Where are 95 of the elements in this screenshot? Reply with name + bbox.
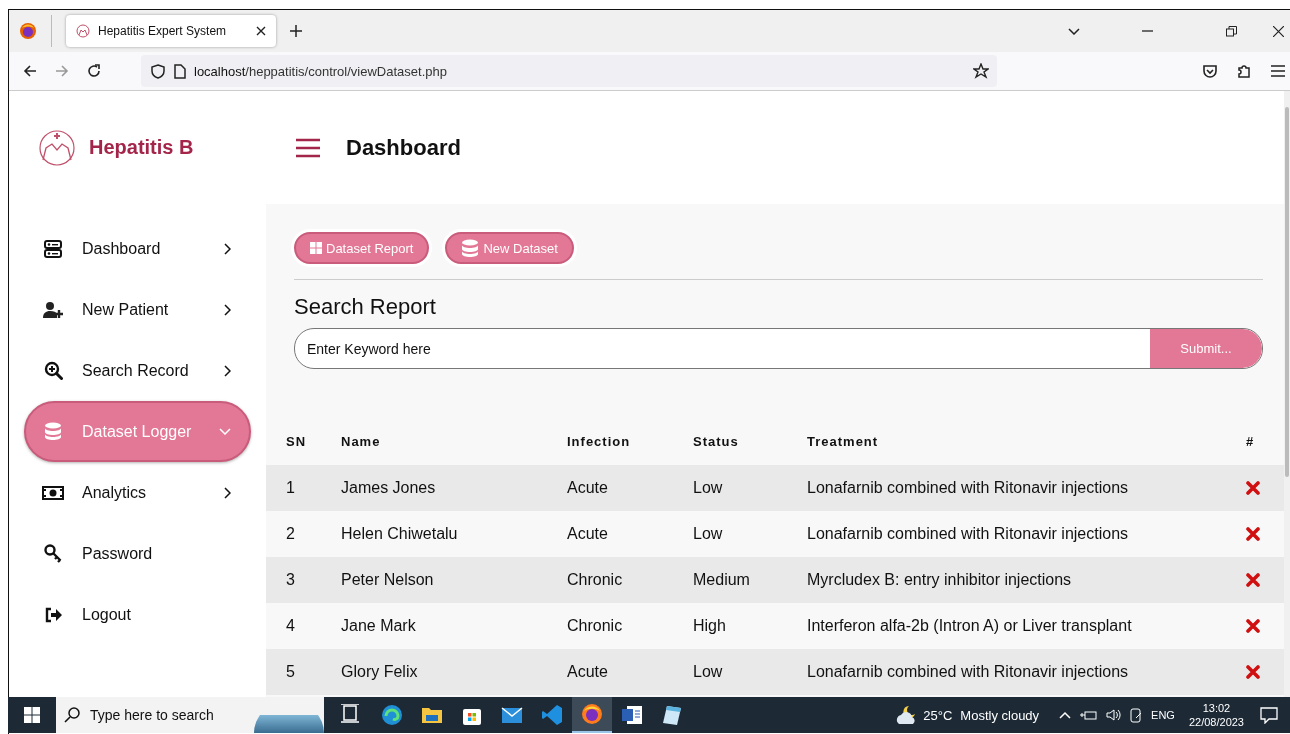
sidebar-item[interactable]: Analytics <box>24 462 251 523</box>
banknote-icon <box>42 484 64 501</box>
table-cell: Lonafarnib combined with Ritonavir injections <box>807 479 1129 496</box>
sidebar-item[interactable]: New Patient <box>24 279 251 340</box>
list-tabs-icon[interactable] <box>1068 27 1080 35</box>
delete-icon[interactable] <box>1246 573 1260 587</box>
table-cell: 5 <box>286 663 295 680</box>
table-cell: James Jones <box>341 479 436 496</box>
page-icon <box>173 63 186 79</box>
weather-text: Mostly cloudy <box>960 707 1040 723</box>
close-icon[interactable] <box>256 26 266 36</box>
table-cell: Acute <box>567 525 608 542</box>
table-cell: 4 <box>286 617 295 634</box>
chevron-ribbon-icon <box>541 704 563 726</box>
delete-icon[interactable] <box>1246 619 1260 633</box>
restore-icon[interactable] <box>1226 25 1237 37</box>
pocket-icon[interactable] <box>1202 63 1218 79</box>
table-cell: Acute <box>567 479 608 496</box>
browser-tab[interactable]: Hepatitis Expert System <box>66 15 276 47</box>
taskbar-search-field[interactable]: Type here to search <box>56 697 324 733</box>
column-header: # <box>1246 433 1255 449</box>
fox-globe-icon <box>19 22 37 40</box>
menu-icon[interactable] <box>1270 64 1286 78</box>
notepad-icon <box>661 704 683 726</box>
new-tab-icon[interactable] <box>290 25 302 37</box>
clock-date: 22/08/2023 <box>1188 715 1244 729</box>
table-cell: Medium <box>693 571 750 588</box>
table-cell: 1 <box>286 479 295 496</box>
reload-icon[interactable] <box>87 64 101 78</box>
search-icon <box>64 707 80 723</box>
document-icon <box>621 704 643 726</box>
grid-icon <box>310 242 322 254</box>
column-header: Infection <box>567 433 631 449</box>
table-cell: Helen Chiwetalu <box>341 525 458 542</box>
column-header: Treatment <box>807 433 879 449</box>
delete-icon[interactable] <box>1246 527 1260 541</box>
envelope-icon <box>501 704 523 726</box>
puzzle-icon[interactable] <box>1236 63 1252 79</box>
table-cell: High <box>693 617 726 634</box>
table-cell: Acute <box>567 663 608 680</box>
back-arrow-icon[interactable] <box>23 64 37 78</box>
table-cell: Low <box>693 479 723 496</box>
swirl-icon <box>381 704 403 726</box>
table-cell: Chronic <box>567 571 623 588</box>
column-header: SN <box>286 433 307 449</box>
delete-icon[interactable] <box>1246 481 1260 495</box>
language-indicator[interactable]: ENG <box>1151 709 1175 721</box>
star-icon[interactable] <box>973 63 989 79</box>
table-cell: Chronic <box>567 617 623 634</box>
nurse-logo-icon <box>37 129 77 166</box>
table-cell: 2 <box>286 525 295 542</box>
table-cell: 3 <box>286 571 295 588</box>
table-cell: Glory Felix <box>341 663 418 680</box>
close-icon[interactable] <box>1273 25 1284 37</box>
sidebar-item[interactable]: Logout <box>24 584 251 645</box>
exit-icon <box>44 605 62 624</box>
medic-logo-icon <box>76 24 90 38</box>
caret-up-icon[interactable] <box>1059 710 1072 720</box>
brand-name: Hepatitis B <box>89 136 194 159</box>
server-icon <box>44 239 62 258</box>
table-cell: Low <box>693 663 723 680</box>
address-bar[interactable]: localhost/heppatitis/control/viewDataset.php <box>141 55 997 87</box>
windows-logo-icon[interactable] <box>24 707 40 723</box>
table-cell: Lonafarnib combined with Ritonavir injections <box>807 525 1129 542</box>
delete-icon[interactable] <box>1246 665 1260 679</box>
temperature-text: 25°C <box>923 707 953 723</box>
column-header: Status <box>693 433 739 449</box>
cloud-moon-icon <box>895 704 918 726</box>
database-icon <box>44 422 62 441</box>
table-cell: Lonafarnib combined with Ritonavir injections <box>807 663 1129 680</box>
scrollbar[interactable] <box>1284 91 1290 697</box>
clock-time: 13:02 <box>1202 701 1231 715</box>
table-cell: Jane Mark <box>341 617 416 634</box>
fox-globe-icon <box>581 703 603 725</box>
user-plus-icon <box>42 300 64 319</box>
key-icon <box>44 544 62 563</box>
table-cell: Interferon alfa-2b (Intron A) or Liver transplant <box>807 617 1132 634</box>
battery-plug-icon[interactable] <box>1080 709 1098 721</box>
sidebar-item[interactable]: Password <box>24 523 251 584</box>
forward-arrow-icon[interactable] <box>55 64 69 78</box>
shield-icon <box>151 63 165 79</box>
notification-icon[interactable] <box>1260 706 1278 724</box>
sidebar-item[interactable]: Dashboard <box>24 218 251 279</box>
menu-icon[interactable] <box>296 137 320 158</box>
search-icon <box>43 361 63 380</box>
speaker-icon[interactable] <box>1106 708 1122 722</box>
sidebar-item[interactable]: Search Record <box>24 340 251 401</box>
table-cell: Peter Nelson <box>341 571 434 588</box>
pen-tablet-icon[interactable] <box>1130 707 1143 723</box>
table-cell: Low <box>693 525 723 542</box>
database-icon <box>461 238 480 258</box>
column-header: Name <box>341 433 381 449</box>
table-cell: Myrcludex B: entry inhibitor injections <box>807 571 1072 588</box>
page-title: Dashboard <box>346 134 461 161</box>
section-heading: Search Report <box>294 294 437 320</box>
